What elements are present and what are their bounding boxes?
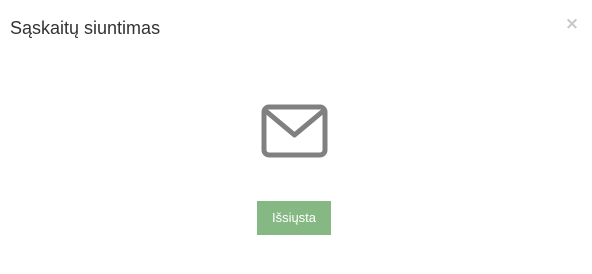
close-button[interactable]: ×	[564, 14, 580, 34]
envelope-icon	[261, 104, 328, 158]
dialog-title: Sąskaitų siuntimas	[10, 18, 161, 38]
send-invoices-dialog: Sąskaitų siuntimas × Išsiųsta	[0, 0, 592, 274]
sent-status-button[interactable]: Išsiųsta	[257, 201, 331, 235]
